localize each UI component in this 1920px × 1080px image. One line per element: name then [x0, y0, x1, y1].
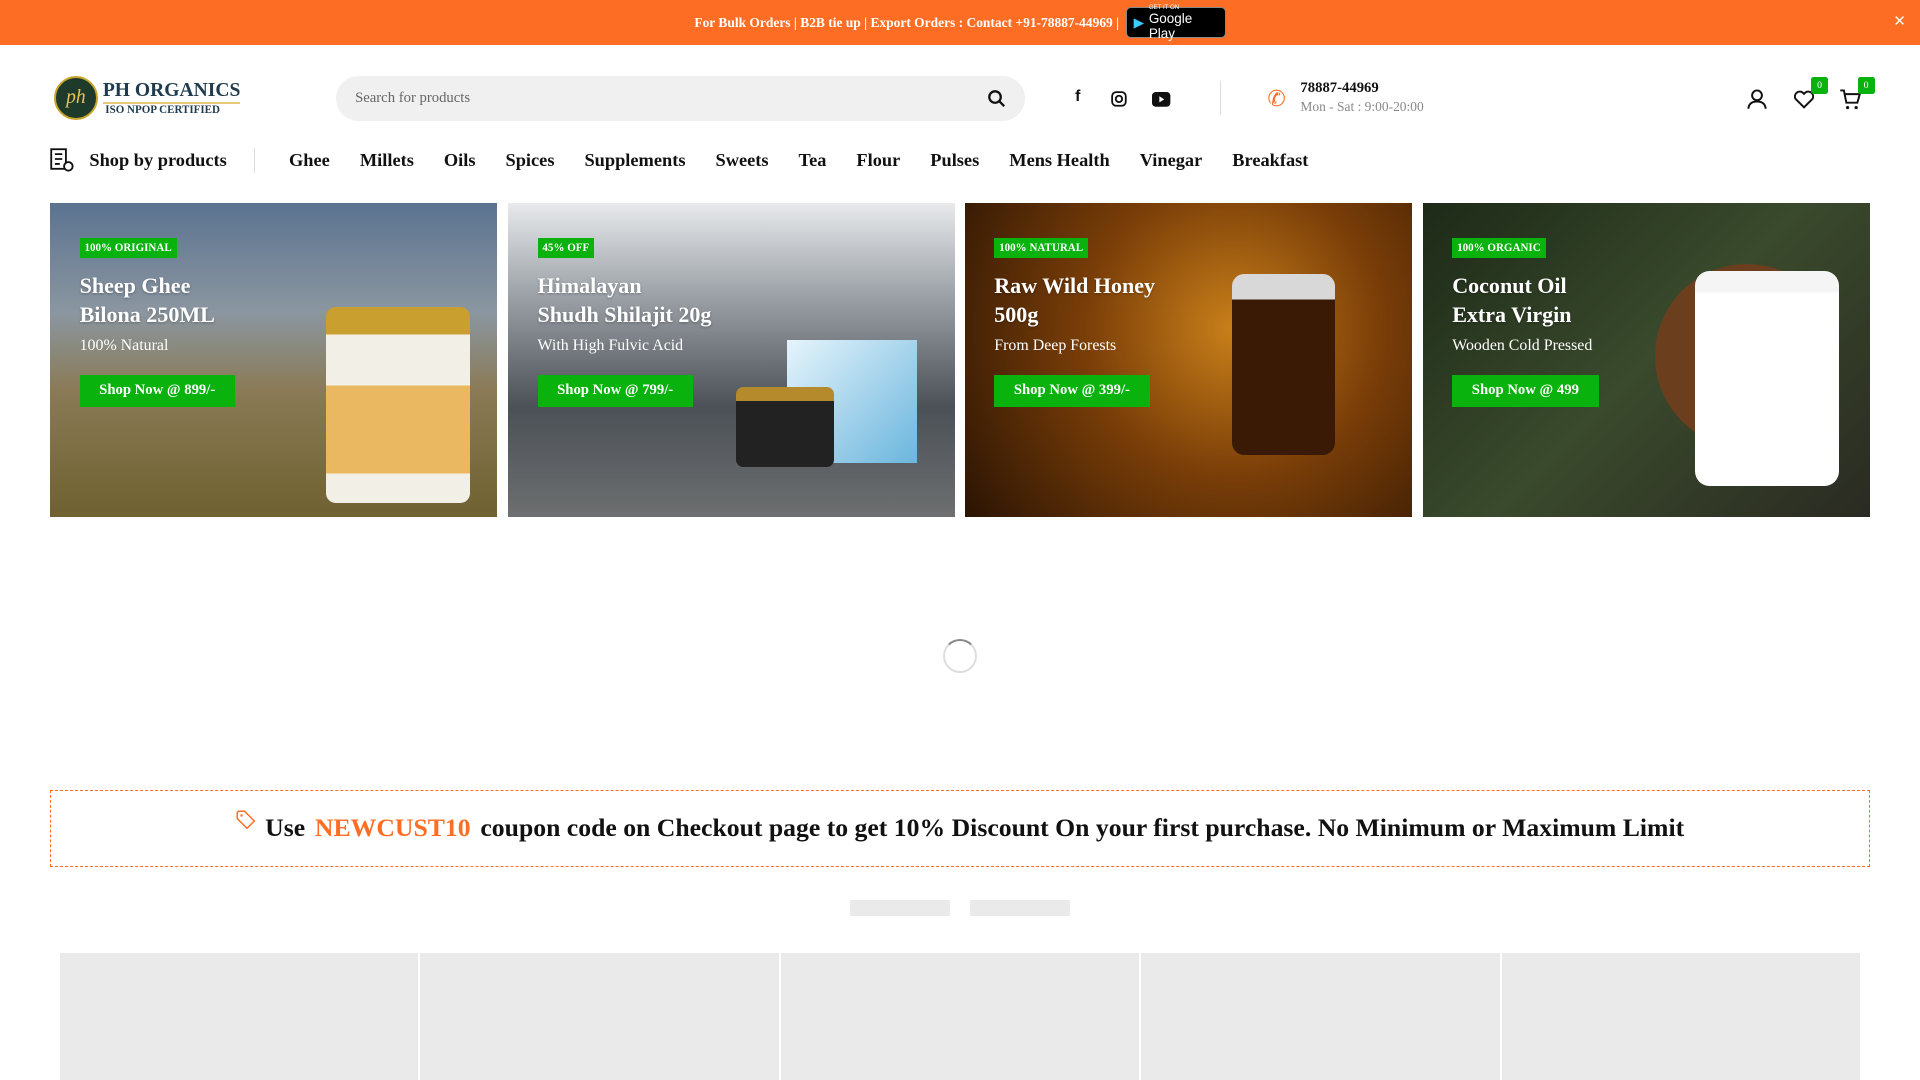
product-card-placeholder: [1502, 952, 1860, 1080]
banner-shilajit[interactable]: 45% OFF Himalayan Shudh Shilajit 20g With H…: [508, 203, 956, 517]
banner-title-line1: Sheep Ghee: [79, 273, 191, 299]
product-card-placeholder: [60, 952, 418, 1080]
youtube-icon[interactable]: [1152, 91, 1171, 107]
product-card-placeholder: [781, 952, 1139, 1080]
nav-item-sweets[interactable]: Sweets: [715, 150, 768, 171]
logo-subtitle: ISO NPOP CERTIFIED: [102, 101, 241, 116]
account-button[interactable]: [1744, 86, 1771, 113]
product-card-placeholder: [1141, 952, 1500, 1080]
nav-item-breakfast[interactable]: Breakfast: [1232, 150, 1308, 171]
divider: [1219, 80, 1221, 116]
search-icon[interactable]: [987, 89, 1005, 108]
banner-tag: 45% OFF: [537, 238, 595, 258]
shop-now-button[interactable]: Shop Now @ 399/-: [994, 374, 1150, 407]
nav-item-supplements[interactable]: Supplements: [584, 150, 685, 171]
announcement-text: For Bulk Orders | B2B tie up | Export Or…: [694, 14, 1120, 30]
banner-honey[interactable]: 100% NATURAL Raw Wild Honey 500g From Deep …: [964, 203, 1412, 517]
product-jar-image: [1694, 270, 1840, 487]
wishlist-count: 0: [1811, 77, 1829, 95]
logo-title: PH ORGANICS: [102, 79, 241, 101]
logo[interactable]: ph PH ORGANICS ISO NPOP CERTIFIED: [53, 75, 241, 120]
nav-item-ghee[interactable]: Ghee: [289, 150, 330, 171]
banner-tag: 100% NATURAL: [994, 238, 1088, 258]
facebook-icon[interactable]: f: [1075, 88, 1080, 106]
main-nav: Shop by products Ghee Millets Oils Spice…: [50, 147, 1338, 174]
coupon-pre: Use: [265, 813, 306, 843]
nav-item-flour[interactable]: Flour: [856, 150, 900, 171]
shop-by-products[interactable]: Shop by products: [50, 148, 255, 173]
gplay-label: Google Play: [1148, 11, 1193, 42]
business-hours: Mon - Sat : 9:00-20:00: [1300, 99, 1424, 115]
wishlist-button[interactable]: 0: [1790, 77, 1829, 113]
nav-item-millets[interactable]: Millets: [360, 150, 414, 171]
contact-info: 78887-44969 Mon - Sat : 9:00-20:00: [1300, 80, 1423, 115]
catalog-icon: [50, 148, 74, 172]
product-jar-image: [735, 386, 834, 467]
banner-coconut-oil[interactable]: 100% ORGANIC Coconut Oil Extra Virgin Woode…: [1422, 203, 1870, 517]
google-play-button[interactable]: ▶ GET IT ON Google Play: [1126, 4, 1226, 42]
banner-title-line2: Shudh Shilajit 20g: [537, 301, 712, 327]
nav-item-oils[interactable]: Oils: [444, 150, 476, 171]
banner-subtitle: With High Fulvic Acid: [537, 337, 684, 355]
logo-mark: ph: [53, 75, 98, 120]
nav-item-tea[interactable]: Tea: [799, 150, 827, 171]
banner-sheep-ghee[interactable]: 100% ORIGINAL Sheep Ghee Bilona 250ML 100% …: [50, 203, 498, 517]
banner-tag: 100% ORIGINAL: [79, 238, 177, 258]
shop-now-button[interactable]: Shop Now @ 899/-: [79, 374, 235, 407]
product-jar-image: [1231, 274, 1335, 456]
shop-now-button[interactable]: Shop Now @ 499: [1452, 374, 1599, 407]
announcement-bar: For Bulk Orders | B2B tie up | Export Or…: [0, 0, 1920, 46]
banner-title-line2: 500g: [994, 301, 1039, 327]
product-card-placeholder: [420, 952, 779, 1080]
cart-count: 0: [1857, 77, 1875, 95]
banner-subtitle: From Deep Forests: [994, 337, 1117, 355]
nav-item-pulses[interactable]: Pulses: [930, 150, 979, 171]
play-icon: ▶: [1133, 14, 1144, 30]
shop-by-label: Shop by products: [89, 149, 227, 170]
coupon-banner: Use NEWCUST10 coupon code on Checkout pa…: [50, 789, 1870, 867]
banner-title-line2: Extra Virgin: [1452, 301, 1572, 327]
nav-item-mens-health[interactable]: Mens Health: [1009, 150, 1109, 171]
nav-item-spices[interactable]: Spices: [506, 150, 555, 171]
banner-tag: 100% ORGANIC: [1452, 238, 1546, 258]
gplay-small: GET IT ON: [1148, 4, 1180, 12]
search-bar: [335, 75, 1025, 122]
nav-item-vinegar[interactable]: Vinegar: [1140, 150, 1203, 171]
user-icon: [1747, 89, 1767, 110]
banner-subtitle: Wooden Cold Pressed: [1452, 337, 1593, 355]
coupon-text: coupon code on Checkout page to get 10% …: [480, 813, 1685, 843]
banner-title-line1: Raw Wild Honey: [994, 273, 1156, 299]
product-jar-image: [325, 307, 471, 504]
loading-spinner: [942, 639, 978, 674]
tab-placeholder[interactable]: [849, 900, 951, 916]
banner-title-line1: Himalayan: [537, 273, 642, 299]
tag-icon: [236, 810, 256, 830]
banner-subtitle: 100% Natural: [79, 337, 169, 355]
close-icon[interactable]: ×: [1894, 10, 1905, 33]
instagram-icon[interactable]: [1110, 90, 1127, 107]
search-input[interactable]: [355, 90, 943, 108]
banner-title-line2: Bilona 250ML: [79, 301, 215, 327]
banner-title-line1: Coconut Oil: [1452, 273, 1567, 299]
phone-icon: ✆: [1267, 85, 1286, 111]
tab-placeholder[interactable]: [969, 900, 1071, 916]
cart-button[interactable]: 0: [1837, 77, 1875, 113]
shop-now-button[interactable]: Shop Now @ 799/-: [537, 374, 693, 407]
phone-number[interactable]: 78887-44969: [1300, 80, 1423, 97]
coupon-code: NEWCUST10: [314, 813, 471, 843]
